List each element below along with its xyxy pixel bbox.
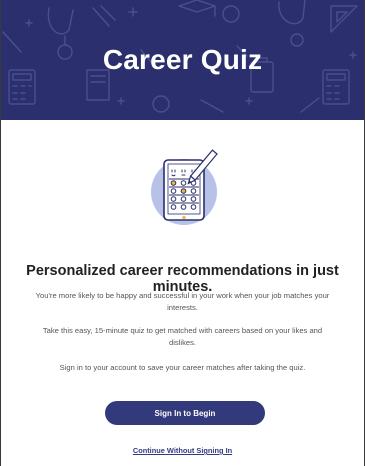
quiz-tablet-icon: [150, 142, 220, 242]
page-title: Career Quiz: [102, 44, 263, 75]
continue-without-sign-in-link[interactable]: Continue Without Signing In: [1, 446, 364, 455]
quiz-card: Career Quiz Personalized career recommen…: [0, 0, 365, 466]
signin-note: Sign in to your account to save your car…: [59, 363, 306, 372]
sign-in-button[interactable]: Sign In to Begin: [105, 401, 265, 425]
quiz-description: Take this easy, 15-minute quiz to get ma…: [42, 326, 323, 347]
hero-banner: Career Quiz: [1, 0, 364, 120]
intro-paragraph: You're more likely to be happy and succe…: [35, 291, 330, 312]
